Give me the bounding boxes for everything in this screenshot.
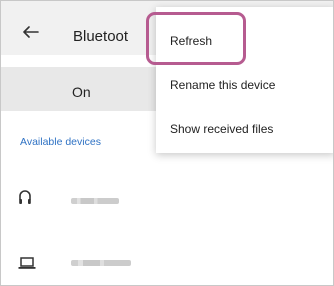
laptop-icon [18, 257, 36, 269]
headphones-icon [19, 190, 31, 204]
menu-item-show-received-files[interactable]: Show received files [170, 122, 273, 136]
toggle-label: On [72, 84, 91, 100]
section-title: Available devices [20, 136, 101, 148]
device-name: ■■■■■■■ [71, 260, 131, 266]
menu-item-refresh[interactable]: Refresh [170, 34, 212, 48]
overflow-menu: Refresh Rename this device Show received… [156, 7, 333, 153]
device-name: ■■■■■ [71, 198, 119, 204]
bluetooth-screen: Bluetoot On Available devices ■■■■■ ■■■■… [0, 0, 334, 286]
menu-item-rename-device[interactable]: Rename this device [170, 78, 275, 92]
back-arrow-icon[interactable] [23, 26, 39, 38]
page-title: Bluetoot [73, 28, 129, 45]
